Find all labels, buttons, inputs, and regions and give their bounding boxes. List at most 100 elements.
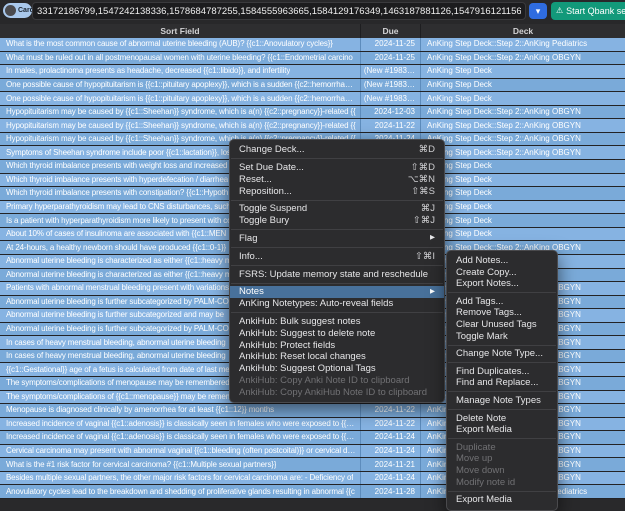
menu-item-label: AnkiHub: Copy Anki Note ID to clipboard — [239, 376, 435, 386]
menu-item-anking-notetypes-auto-reveal-fie[interactable]: AnKing Notetypes: Auto-reveal fields — [230, 298, 444, 310]
sort-field-cell-text: One possible cause of hypopituitarism is… — [6, 95, 356, 103]
column-header-sort-field[interactable]: Sort Field — [0, 24, 360, 38]
menu-item-export-notes[interactable]: Export Notes... — [447, 278, 557, 290]
menu-item-toggle-bury[interactable]: Toggle Bury⇧⌘J — [230, 215, 444, 227]
sort-field-cell-text: Patients with abnormal menstrual bleedin… — [6, 284, 229, 292]
menu-item-label: Remove Tags... — [456, 308, 548, 318]
deck-cell: AnKing Step Deck — [420, 201, 625, 214]
sort-field-cell-text: Besides multiple sexual partners, the ot… — [6, 474, 353, 482]
sort-field-cell-text: The symptoms/complications of {{c1::meno… — [6, 393, 232, 401]
due-cell-text: 2024-11-24 — [375, 447, 415, 455]
due-cell: (New #1983… — [360, 79, 420, 92]
menu-item-ankihub-bulk-suggest-notes[interactable]: AnkiHub: Bulk suggest notes — [230, 316, 444, 328]
column-header-due[interactable]: Due — [360, 24, 420, 38]
menu-item-delete-note[interactable]: Delete Note — [447, 413, 557, 425]
due-cell-text: 2024-11-24 — [375, 433, 415, 441]
menu-separator — [448, 491, 556, 492]
menu-item-export-media[interactable]: Export Media — [447, 424, 557, 436]
due-cell: 2024-11-25 — [360, 52, 420, 65]
menu-item-label: Manage Note Types — [456, 396, 548, 406]
menu-item-label: AnKing Notetypes: Auto-reveal fields — [239, 299, 435, 309]
menu-item-shortcut: ⌘J — [421, 204, 435, 214]
menu-item-label: Toggle Suspend — [239, 204, 415, 214]
menu-item-remove-tags[interactable]: Remove Tags... — [447, 307, 557, 319]
deck-cell: AnKing Step Deck — [420, 79, 625, 92]
menu-item-ankihub-suggest-to-delete-note[interactable]: AnkiHub: Suggest to delete note — [230, 328, 444, 340]
menu-item-add-tags[interactable]: Add Tags... — [447, 296, 557, 308]
table-row[interactable]: One possible cause of hypopituitarism is… — [0, 79, 625, 93]
menu-item-label: Find Duplicates... — [456, 367, 548, 377]
menu-item-fsrs-update-memory-state-and-res[interactable]: FSRS: Update memory state and reschedule — [230, 268, 444, 280]
cards-notes-toggle[interactable]: Cards — [3, 3, 32, 18]
sort-field-cell-text: Abnormal uterine bleeding is further sub… — [6, 311, 224, 319]
sort-field-cell-text: Abnormal uterine bleeding is characteriz… — [6, 271, 231, 279]
menu-item-find-duplicates[interactable]: Find Duplicates... — [447, 366, 557, 378]
menu-item-create-copy[interactable]: Create Copy... — [447, 267, 557, 279]
menu-item-add-notes[interactable]: Add Notes... — [447, 255, 557, 267]
menu-item-find-and-replace[interactable]: Find and Replace... — [447, 377, 557, 389]
menu-item-set-due-date[interactable]: Set Due Date...⇧⌘D — [230, 162, 444, 174]
menu-item-label: Reposition... — [239, 187, 405, 197]
deck-cell-text: AnKing Step Deck::Step 2::AnKing OBGYN — [427, 122, 581, 130]
menu-item-move-up: Move up — [447, 453, 557, 465]
menu-item-toggle-mark[interactable]: Toggle Mark — [447, 331, 557, 343]
sort-field-cell-text: Abnormal uterine bleeding is further sub… — [6, 325, 229, 333]
chevron-down-icon[interactable]: ▾ — [529, 3, 547, 19]
sort-field-cell-text: What is the most common cause of abnorma… — [6, 40, 333, 48]
menu-separator — [448, 362, 556, 363]
card-ids-input[interactable] — [32, 2, 526, 20]
table-row[interactable]: Hypopituitarism may be caused by {{c1::S… — [0, 106, 625, 120]
menu-item-clear-unused-tags[interactable]: Clear Unused Tags — [447, 319, 557, 331]
column-header-deck[interactable]: Deck — [420, 24, 625, 38]
due-cell: 2024-11-25 — [360, 38, 420, 51]
menu-item-reset[interactable]: Reset...⌥⌘N — [230, 174, 444, 186]
start-qbank-session-button[interactable]: ⚠ Start Qbank session (458 car — [551, 2, 625, 20]
deck-cell: AnKing Step Deck — [420, 228, 625, 241]
menu-item-label: Change Deck... — [239, 145, 413, 155]
menu-item-shortcut: ⌘D — [419, 145, 435, 155]
sort-field-cell-text: Which thyroid imbalance presents with co… — [6, 189, 228, 197]
menu-item-label: Toggle Mark — [456, 332, 548, 342]
sort-field-cell-text: {{c1::Gestational}} age of a fetus is ca… — [6, 366, 230, 374]
menu-item-notes[interactable]: Notes▶ — [230, 286, 444, 298]
menu-item-export-media[interactable]: Export Media — [447, 494, 557, 506]
table-header: Sort Field Due Deck — [0, 24, 625, 38]
sort-field-cell-text: Hypopituitarism may be caused by {{c1::S… — [6, 122, 356, 130]
menu-item-change-note-type[interactable]: Change Note Type... — [447, 348, 557, 360]
menu-item-reposition[interactable]: Reposition...⇧⌘S — [230, 185, 444, 197]
sort-field-cell: Increased incidence of vaginal {{c1::ade… — [0, 431, 360, 444]
menu-item-manage-note-types[interactable]: Manage Note Types — [447, 395, 557, 407]
menu-item-ankihub-protect-fields[interactable]: AnkiHub: Protect fields — [230, 339, 444, 351]
menu-item-duplicate: Duplicate — [447, 442, 557, 454]
table-row[interactable]: Hypopituitarism may be caused by {{c1::S… — [0, 119, 625, 133]
deck-cell: AnKing Step Deck::Step 2::AnKing Pediatr… — [420, 38, 625, 51]
menu-item-label: Add Notes... — [456, 256, 548, 266]
deck-cell: AnKing Step Deck::Step 2::AnKing OBGYN — [420, 106, 625, 119]
menu-item-info[interactable]: Info...⇧⌘I — [230, 251, 444, 263]
menu-separator — [448, 409, 556, 410]
sort-field-cell-text: Is a patient with hyperparathyroidism mo… — [6, 217, 231, 225]
table-row[interactable]: One possible cause of hypopituitarism is… — [0, 92, 625, 106]
sort-field-cell-text: In cases of heavy menstrual bleeding, ab… — [6, 352, 226, 360]
menu-item-ankihub-suggest-optional-tags[interactable]: AnkiHub: Suggest Optional Tags — [230, 363, 444, 375]
due-cell: 2024-12-03 — [360, 106, 420, 119]
table-row[interactable]: In males, prolactinoma presents as heada… — [0, 65, 625, 79]
table-row[interactable]: What is the most common cause of abnorma… — [0, 38, 625, 52]
menu-separator — [231, 265, 443, 266]
sort-field-cell-text: Abnormal uterine bleeding is characteriz… — [6, 257, 231, 265]
menu-separator — [448, 292, 556, 293]
menu-item-toggle-suspend[interactable]: Toggle Suspend ⌘J — [230, 203, 444, 215]
toolbar: Cards ▾ ⚠ Start Qbank session (458 car — [0, 0, 625, 24]
sort-field-cell: What is the most common cause of abnorma… — [0, 38, 360, 51]
sort-field-cell: Besides multiple sexual partners, the ot… — [0, 472, 360, 485]
menu-item-ankihub-reset-local-changes[interactable]: AnkiHub: Reset local changes — [230, 351, 444, 363]
due-cell: 2024-11-28 — [360, 485, 420, 498]
menu-separator — [231, 158, 443, 159]
table-row[interactable]: What must be ruled out in all postmenopa… — [0, 52, 625, 66]
menu-separator — [231, 312, 443, 313]
due-cell-text: 2024-11-25 — [375, 40, 415, 48]
deck-cell-text: AnKing Step Deck::Step 2::AnKing OBGYN — [427, 54, 581, 62]
due-cell-text: 2024-11-22 — [375, 122, 415, 130]
menu-item-change-deck[interactable]: Change Deck... ⌘D — [230, 144, 444, 156]
menu-item-flag[interactable]: Flag▶ — [230, 233, 444, 245]
